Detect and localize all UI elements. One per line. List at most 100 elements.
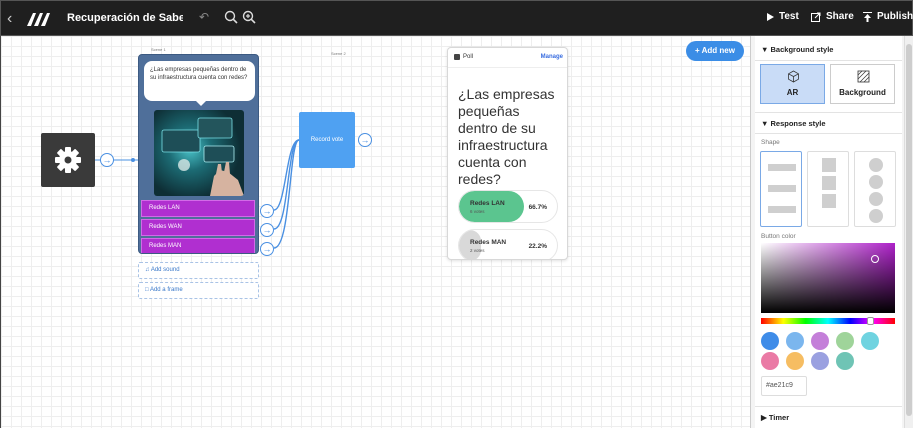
bg-option-ar-label: AR [786, 88, 799, 97]
flow-canvas[interactable]: → Scene 1 Scene 2 ¿Las empresas pequeñas… [0, 36, 750, 428]
bg-option-ar[interactable]: AR [760, 64, 825, 104]
app-logo-icon[interactable] [25, 11, 53, 27]
zoom-out-icon[interactable] [223, 9, 239, 25]
poll-option-man[interactable]: Redes MAN 2 votes 22.2% [458, 229, 558, 259]
shape-preview-circle [869, 192, 883, 206]
plus-icon: + [695, 46, 702, 55]
project-title[interactable]: Recuperación de Saberes Pı [67, 12, 183, 24]
ar-cube-icon [788, 70, 799, 83]
divider [755, 133, 902, 134]
poll-manage-link[interactable]: Manage [541, 54, 563, 60]
shape-option-wide-bars[interactable] [760, 151, 802, 227]
color-picker-area[interactable] [761, 243, 895, 313]
shape-label: Shape [761, 139, 780, 146]
shape-preview-bar [768, 206, 796, 213]
add-sound-label: Add sound [150, 267, 180, 273]
record-vote-node[interactable]: Record vote [299, 112, 355, 168]
add-sound-button[interactable]: ♫ Add sound [138, 262, 259, 279]
scene-card[interactable]: ¿Las empresas pequeñas dentro de su infr… [138, 54, 259, 254]
color-swatch[interactable] [861, 332, 879, 350]
record-vote-output-port[interactable]: → [358, 133, 372, 147]
shape-preview-bar [768, 185, 796, 192]
collapsed-triangle-icon: ▶ [761, 413, 769, 422]
add-new-button[interactable]: + Add new [686, 41, 744, 61]
background-style-header[interactable]: ▼ Background style [761, 45, 833, 54]
timer-label: Timer [768, 413, 790, 422]
poll-title: Poll [454, 54, 473, 60]
properties-panel: ▼ Background style AR Background ▼ Respo… [750, 36, 913, 428]
add-frame-button[interactable]: □ Add a frame [138, 282, 259, 299]
sound-icon: ♫ [145, 267, 150, 273]
play-icon [767, 12, 774, 21]
poll-card[interactable]: Poll Manage ¿Las empresas pequeñas dentr… [447, 47, 568, 260]
choice-lan-port[interactable]: → [260, 204, 274, 218]
panel-scrollbar-thumb[interactable] [906, 44, 912, 416]
add-frame-icon: □ [145, 287, 149, 293]
shape-preview-circle [869, 175, 883, 189]
add-new-label: Add new [701, 46, 735, 55]
test-label: Test [779, 11, 799, 22]
question-bubble[interactable]: ¿Las empresas pequeñas dentro de su infr… [144, 61, 255, 106]
color-swatch[interactable] [786, 352, 804, 370]
poll-option-lan[interactable]: Redes LAN 6 votes 66.7% [458, 190, 558, 223]
expand-triangle-icon: ▼ [761, 119, 771, 128]
color-swatch[interactable] [811, 332, 829, 350]
undo-icon[interactable]: ↶ [199, 10, 209, 24]
shape-option-squares[interactable] [807, 151, 849, 227]
hue-slider[interactable] [761, 318, 895, 324]
choice-wan-port[interactable]: → [260, 223, 274, 237]
choice-man-port[interactable]: → [260, 242, 274, 256]
shape-preview-square [822, 176, 836, 190]
poll-chart-icon [454, 54, 460, 60]
poll-title-label: Poll [463, 54, 474, 60]
publish-label: Publish [877, 11, 913, 22]
color-swatch[interactable] [811, 352, 829, 370]
hex-color-input[interactable]: #ae21c9 [761, 376, 807, 396]
poll-header: Poll Manage [448, 48, 567, 68]
divider [755, 112, 902, 113]
shape-preview-circle [869, 158, 883, 172]
test-button[interactable]: Test [767, 11, 799, 22]
add-frame-label: Add a frame [149, 287, 183, 293]
share-icon [811, 12, 821, 22]
share-button[interactable]: Share [811, 11, 854, 22]
shape-preview-square [822, 194, 836, 208]
choice-redes-lan[interactable]: Redes LAN [141, 200, 255, 217]
button-color-label: Button color [761, 233, 796, 240]
publish-button[interactable]: Publish [863, 11, 913, 22]
shape-preview-bar [768, 164, 796, 171]
back-chevron-icon[interactable]: ‹ [7, 9, 21, 29]
zoom-in-icon[interactable] [241, 9, 257, 25]
poll-option-lan-name: Redes LAN [470, 200, 505, 207]
scene-1-label: Scene 1 [151, 47, 166, 52]
response-style-label: Response style [770, 119, 826, 128]
choice-redes-wan[interactable]: Redes WAN [141, 219, 255, 236]
color-swatch[interactable] [761, 332, 779, 350]
shape-option-circles[interactable] [854, 151, 896, 227]
poll-option-man-votes: 2 votes [470, 248, 485, 253]
color-picker-handle[interactable] [871, 255, 879, 263]
poll-option-man-name: Redes MAN [470, 239, 507, 246]
top-bar: ‹ Recuperación de Saberes Pı ↶ Test Shar… [0, 0, 913, 36]
poll-question: ¿Las empresas pequeñas dentro de su infr… [458, 86, 555, 187]
hue-slider-handle[interactable] [867, 317, 874, 325]
choice-redes-man[interactable]: Redes MAN [141, 238, 255, 253]
scene-2-label: Scene 2 [331, 51, 346, 56]
response-style-header[interactable]: ▼ Response style [761, 119, 826, 128]
panel-scrollbar[interactable] [904, 36, 913, 428]
expand-triangle-icon: ▼ [761, 45, 771, 54]
color-swatch[interactable] [836, 352, 854, 370]
bg-option-background[interactable]: Background [830, 64, 895, 104]
poll-option-lan-votes: 6 votes [470, 209, 485, 214]
start-settings-node[interactable] [41, 133, 95, 187]
divider [755, 60, 902, 61]
timer-header[interactable]: ▶ Timer [761, 413, 789, 422]
color-swatch[interactable] [786, 332, 804, 350]
image-pattern-icon [857, 70, 870, 83]
color-swatch[interactable] [836, 332, 854, 350]
poll-option-lan-percent: 66.7% [528, 204, 547, 211]
color-swatch[interactable] [761, 352, 779, 370]
gear-icon [55, 147, 81, 173]
start-output-port[interactable]: → [100, 153, 114, 167]
divider [755, 406, 902, 407]
